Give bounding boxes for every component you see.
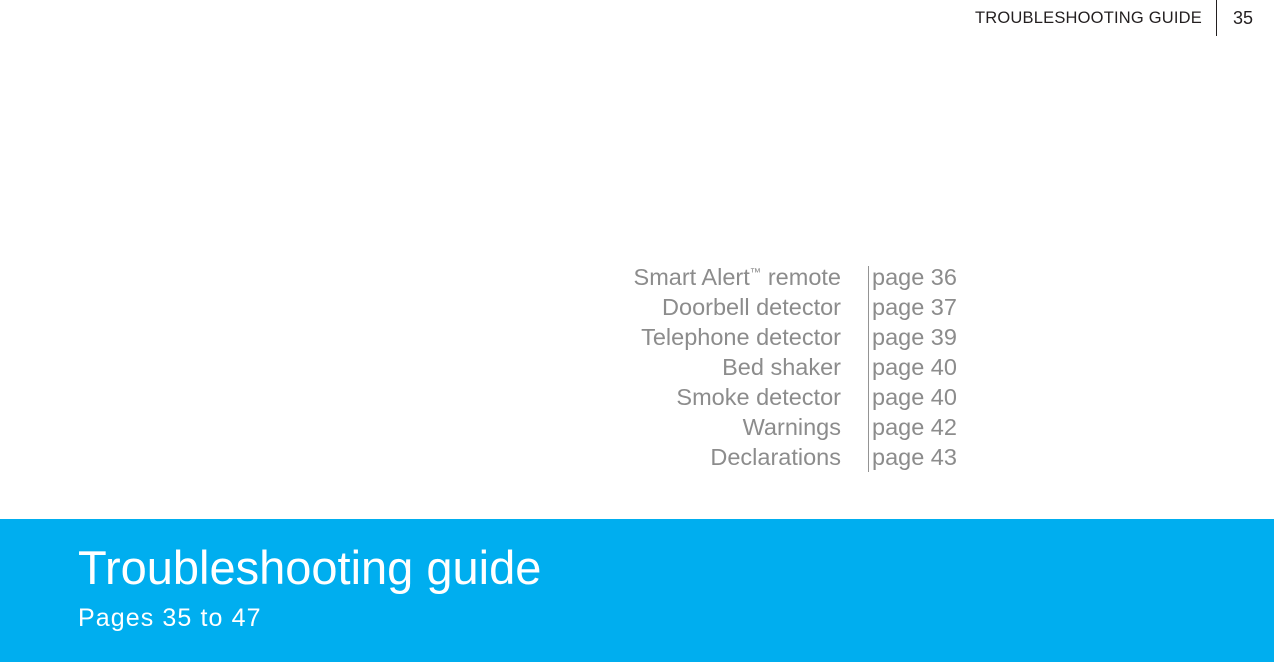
running-header: TROUBLESHOOTING GUIDE 35	[975, 0, 1274, 36]
document-page: TROUBLESHOOTING GUIDE 35 Smart Alert™ re…	[0, 0, 1274, 662]
toc-entry-label: Smoke detector	[500, 382, 841, 412]
chapter-banner: Troubleshooting guide Pages 35 to 47	[0, 519, 1274, 662]
chapter-banner-subtitle: Pages 35 to 47	[78, 604, 262, 632]
toc-entry-label-text: Smoke detector	[676, 384, 841, 410]
toc-inner: Smart Alert™ remote Doorbell detector Te…	[500, 262, 957, 472]
toc-entry-label-text: Telephone detector	[641, 324, 841, 350]
toc-entry-page: page 36	[872, 264, 957, 290]
toc-entry-label: Smart Alert™ remote	[500, 262, 841, 292]
toc-entry-label: Bed shaker	[500, 352, 841, 382]
trademark-superscript: ™	[749, 267, 762, 280]
toc-entry-label-text: Smart Alert	[633, 264, 750, 290]
toc-entry-page: page 40	[872, 384, 957, 410]
toc-entry-page: page 39	[872, 324, 957, 350]
toc-entry-label: Warnings	[500, 412, 841, 442]
chapter-table-of-contents: Smart Alert™ remote Doorbell detector Te…	[0, 262, 1274, 472]
toc-entry-label: Declarations	[500, 442, 841, 472]
toc-entry-page: page 43	[872, 444, 957, 470]
toc-divider-rule	[868, 266, 869, 472]
toc-entry-label-text: Warnings	[742, 414, 841, 440]
toc-entry-label: Doorbell detector	[500, 292, 841, 322]
toc-entry-label-text: Doorbell detector	[662, 294, 841, 320]
toc-label-column: Smart Alert™ remote Doorbell detector Te…	[500, 262, 855, 472]
chapter-banner-title: Troubleshooting guide	[78, 541, 542, 594]
toc-page-column: page 36 page 37 page 39 page 40 page 40 …	[855, 262, 957, 472]
toc-entry-page: page 42	[872, 414, 957, 440]
toc-entry-label: Telephone detector	[500, 322, 841, 352]
toc-entry-label-text: Declarations	[710, 444, 841, 470]
toc-entry-page: page 40	[872, 354, 957, 380]
page-number-folio: 35	[1232, 8, 1253, 28]
running-header-chapter-title: TROUBLESHOOTING GUIDE	[974, 8, 1202, 27]
toc-entry-label-text: Bed shaker	[722, 354, 841, 380]
toc-entry-page: page 37	[872, 294, 957, 320]
toc-entry-label-suffix: remote	[761, 264, 841, 290]
